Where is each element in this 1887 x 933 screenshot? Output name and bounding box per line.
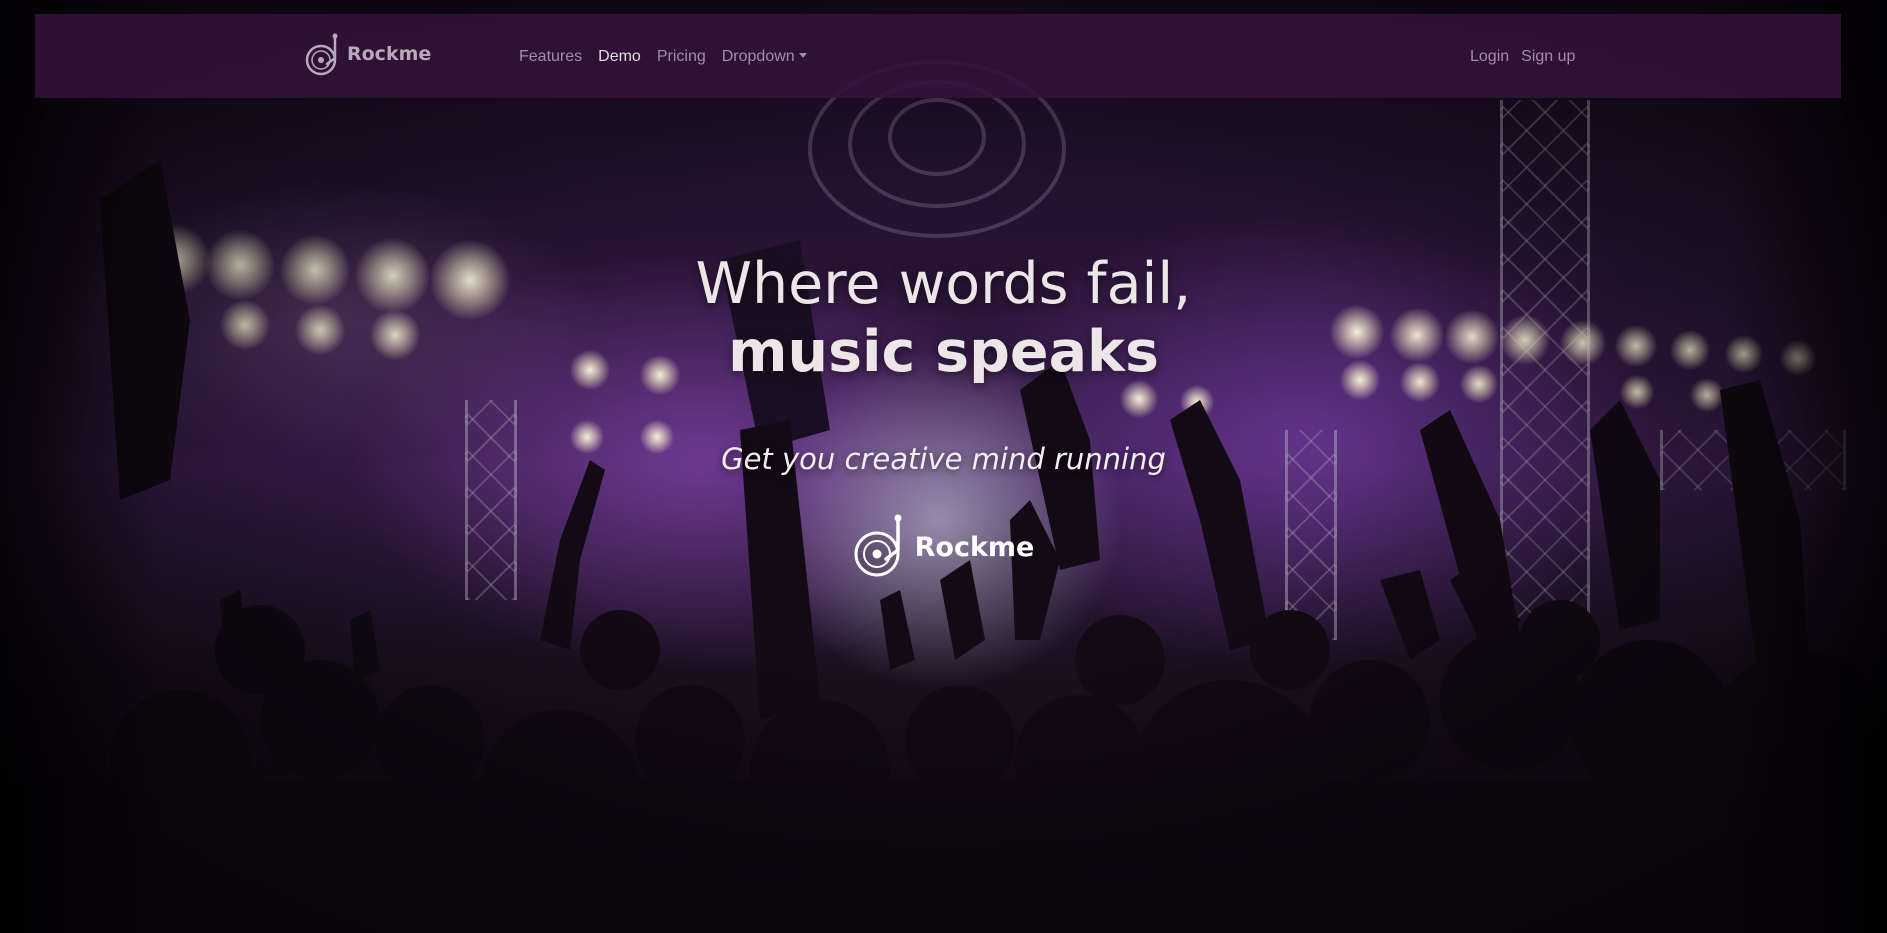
hero-subtitle: Get you creative mind running (721, 442, 1166, 476)
hero-section: Where words fail, music speaks Get you c… (0, 250, 1887, 582)
hero-logo-name: Rockme (914, 531, 1035, 563)
signup-link[interactable]: Sign up (1521, 48, 1575, 66)
brand-link[interactable]: Rockme (305, 32, 431, 76)
nav-dropdown-label: Dropdown (721, 48, 795, 65)
hero-title-line2: music speaks (728, 319, 1159, 385)
nav-link-pricing[interactable]: Pricing (657, 48, 706, 66)
nav-dropdown-toggle[interactable]: Dropdown (722, 48, 807, 66)
hero-logo: Rockme (853, 512, 1035, 582)
hero-title-line1: Where words fail, (695, 251, 1192, 317)
turntable-icon (305, 32, 341, 76)
brand-name: Rockme (347, 43, 432, 65)
nav-link-demo[interactable]: Demo (598, 48, 641, 66)
page: Rockme Features Demo Pricing Dropdown Lo… (0, 0, 1887, 933)
turntable-icon (853, 512, 907, 582)
hero-title: Where words fail, music speaks (0, 250, 1887, 386)
nav-links: Features Demo Pricing Dropdown (519, 48, 807, 66)
caret-down-icon (798, 53, 807, 58)
login-link[interactable]: Login (1470, 48, 1509, 66)
nav-link-features[interactable]: Features (519, 48, 582, 66)
auth-links: Login Sign up (1470, 48, 1575, 66)
top-navbar: Rockme Features Demo Pricing Dropdown Lo… (35, 14, 1841, 98)
